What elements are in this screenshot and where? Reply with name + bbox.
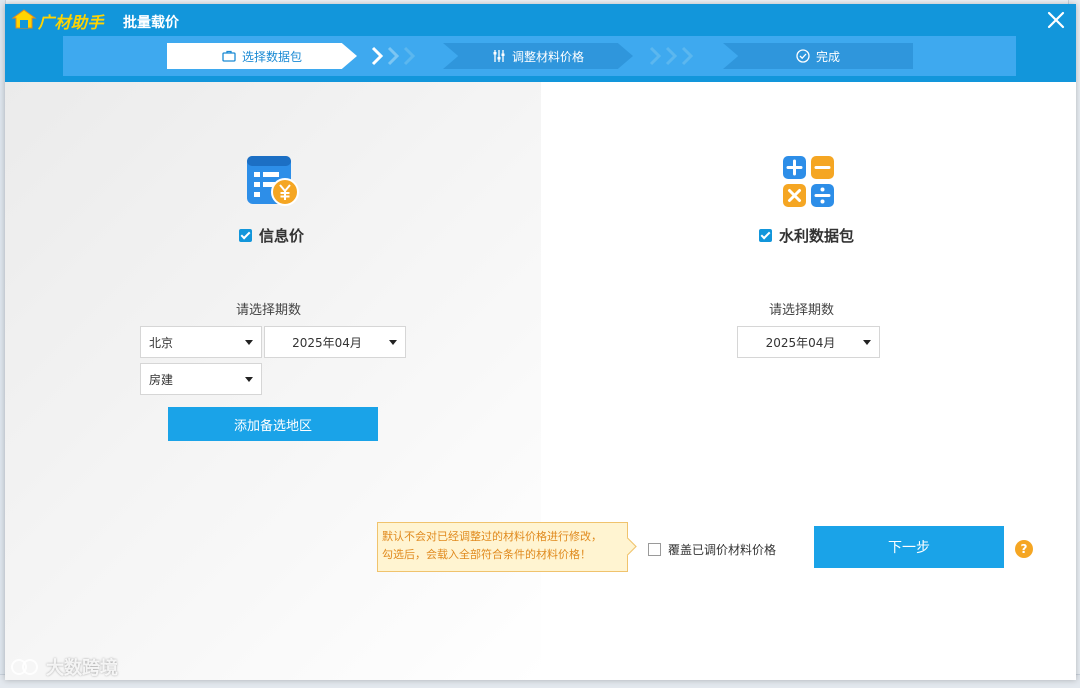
step-select-package: 选择数据包 (167, 43, 357, 69)
dialog-titlebar: 广材助手 批量载价 选择数据包 调整材料价格 完成 (5, 4, 1076, 82)
override-label: 覆盖已调价材料价格 (668, 543, 777, 557)
step-adjust-prices: 调整材料价格 (443, 43, 633, 69)
chevron-right-icon (665, 46, 678, 66)
help-icon[interactable]: ? (1015, 540, 1033, 558)
step-label: 调整材料价格 (511, 49, 584, 64)
batch-pricing-dialog: 广材助手 批量载价 选择数据包 调整材料价格 完成 信息价 请选择期数 北京 2… (5, 4, 1076, 680)
region-value: 北京 (149, 335, 174, 350)
override-checkbox[interactable] (648, 543, 661, 556)
water-package-checkbox-row[interactable]: 水利数据包 (759, 225, 854, 246)
price-document-icon (247, 156, 299, 206)
period-label: 请选择期数 (769, 303, 835, 318)
chevron-right-icon (681, 46, 694, 66)
dropdown-arrow-icon (863, 340, 871, 345)
chevron-right-icon (387, 46, 400, 66)
chevron-right-icon (649, 46, 662, 66)
water-package-panel: 水利数据包 请选择期数 2025年04月 (541, 82, 1076, 680)
calculator-icon (783, 156, 834, 207)
water-period-select[interactable]: 2025年04月 (737, 326, 880, 358)
page: 广材助手 批量载价 选择数据包 调整材料价格 完成 信息价 请选择期数 北京 2… (0, 0, 1080, 688)
category-select[interactable]: 房建 (140, 363, 262, 395)
next-step-button[interactable]: 下一步 (814, 526, 1004, 568)
period-label: 请选择期数 (236, 303, 302, 318)
step-complete: 完成 (723, 43, 913, 69)
dropdown-arrow-icon (245, 377, 253, 382)
info-price-checkbox[interactable] (239, 229, 252, 242)
dropdown-arrow-icon (389, 340, 397, 345)
step-label: 选择数据包 (241, 49, 302, 64)
info-price-checkbox-row[interactable]: 信息价 (239, 225, 304, 246)
chevron-right-icon (371, 46, 384, 66)
override-hint-tooltip: 默认不会对已经调整过的材料价格进行修改， 勾选后，会载入全部符合条件的材料价格！ (377, 522, 628, 572)
close-icon[interactable] (1044, 8, 1068, 32)
watermark-logo-icon (11, 659, 38, 675)
water-package-label: 水利数据包 (779, 227, 855, 245)
info-price-panel: 信息价 请选择期数 北京 2025年04月 房建 添加备选地区 (5, 82, 541, 680)
dialog-title: 批量载价 (123, 15, 179, 31)
app-logo-icon (11, 9, 37, 29)
dropdown-arrow-icon (245, 340, 253, 345)
tooltip-line-1: 默认不会对已经调整过的材料价格进行修改， (382, 530, 602, 543)
category-value: 房建 (149, 372, 174, 387)
briefcase-icon (222, 50, 236, 62)
chevron-right-icon (403, 46, 416, 66)
step-label: 完成 (815, 49, 840, 64)
region-select[interactable]: 北京 (140, 326, 262, 358)
step-arrows-1 (369, 45, 417, 67)
info-period-value: 2025年04月 (292, 335, 362, 350)
add-region-button[interactable]: 添加备选地区 (168, 407, 378, 441)
step-progress-bar: 选择数据包 调整材料价格 完成 (63, 36, 1016, 76)
watermark-text: 大数跨境 (46, 658, 118, 679)
info-period-select[interactable]: 2025年04月 (264, 326, 406, 358)
tooltip-line-2: 勾选后，会载入全部符合条件的材料价格！ (382, 548, 591, 561)
override-checkbox-row[interactable]: 覆盖已调价材料价格 (648, 541, 776, 558)
sliders-icon (493, 50, 505, 62)
watermark: 大数跨境 (10, 654, 118, 680)
water-package-checkbox[interactable] (759, 229, 772, 242)
step-arrows-2 (647, 45, 695, 67)
water-period-value: 2025年04月 (765, 335, 836, 350)
app-name: 广材助手 (38, 13, 105, 32)
info-price-label: 信息价 (259, 227, 305, 245)
check-circle-icon (796, 49, 810, 63)
